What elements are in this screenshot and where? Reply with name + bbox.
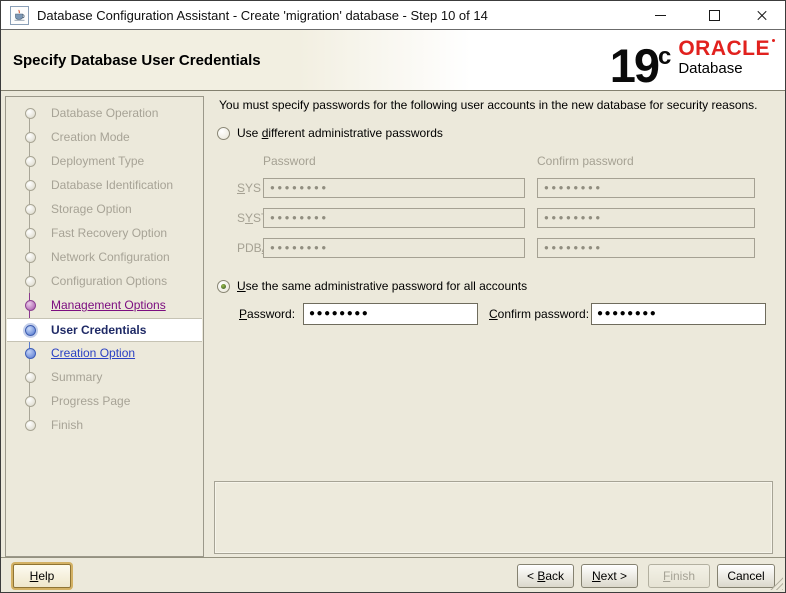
password-column-header: Password (263, 154, 316, 168)
maximize-button[interactable] (697, 1, 731, 30)
step-circle-icon (25, 372, 36, 383)
system-password-input: ●●●●●●●● (263, 208, 525, 228)
sidebar-step-user-credentials[interactable]: User Credentials (7, 318, 202, 342)
confirm-password-column-header: Confirm password (537, 154, 634, 168)
step-circle-icon (25, 228, 36, 239)
sidebar-step-management-options[interactable]: Management Options (7, 293, 202, 317)
oracle-wordmark: ORACLE (678, 38, 775, 60)
sidebar-step-creation-option[interactable]: Creation Option (7, 341, 202, 365)
sidebar-step-configuration-options: Configuration Options (7, 269, 202, 293)
step-circle-icon (25, 108, 36, 119)
wizard-body: Database Operation Creation Mode Deploym… (1, 91, 785, 559)
step-circle-icon (25, 396, 36, 407)
password-input[interactable]: ●●●●●●●● (303, 303, 478, 325)
minimize-button[interactable] (643, 1, 677, 30)
title-bar: Database Configuration Assistant - Creat… (1, 1, 785, 30)
back-button[interactable]: < Back (517, 564, 574, 588)
password-label: Password: (239, 303, 295, 325)
window-title: Database Configuration Assistant - Creat… (37, 8, 488, 23)
confirm-password-input[interactable]: ●●●●●●●● (591, 303, 766, 325)
step-circle-icon (25, 348, 36, 359)
sidebar-step-creation-mode: Creation Mode (7, 125, 202, 149)
close-button[interactable] (745, 1, 779, 30)
radio-different-label: Use different administrative passwords (237, 126, 443, 140)
sys-password-input: ●●●●●●●● (263, 178, 525, 198)
step-circle-icon (25, 276, 36, 287)
radio-same-label: Use the same administrative password for… (237, 279, 527, 293)
step-circle-icon (25, 325, 36, 336)
footer-bar: Help < Back Next > Finish Cancel (1, 557, 785, 592)
sidebar-step-database-identification: Database Identification (7, 173, 202, 197)
sidebar-step-database-operation: Database Operation (7, 101, 202, 125)
java-app-icon (10, 6, 29, 25)
step-circle-icon (25, 204, 36, 215)
sidebar-step-network-configuration: Network Configuration (7, 245, 202, 269)
help-button[interactable]: Help (13, 564, 71, 588)
logo-version: 19c (610, 33, 672, 90)
credentials-panel: You must specify passwords for the follo… (207, 91, 785, 559)
sidebar-step-storage-option: Storage Option (7, 197, 202, 221)
radio-selected-icon (217, 280, 230, 293)
sidebar-step-summary: Summary (7, 365, 202, 389)
instruction-text: You must specify passwords for the follo… (219, 98, 758, 112)
pdbadmin-password-input: ●●●●●●●● (263, 238, 525, 258)
step-circle-icon (25, 300, 36, 311)
registered-mark-icon (772, 39, 775, 42)
step-circle-icon (25, 180, 36, 191)
page-header: Specify Database User Credentials 19c OR… (1, 30, 785, 91)
oracle-product-label: Database (678, 60, 775, 77)
sidebar-step-deployment-type: Deployment Type (7, 149, 202, 173)
step-circle-icon (25, 156, 36, 167)
oracle-19c-logo: 19c ORACLE Database (610, 31, 775, 90)
sidebar-step-finish: Finish (7, 413, 202, 437)
sidebar-step-progress-page: Progress Page (7, 389, 202, 413)
steps-sidebar: Database Operation Creation Mode Deploym… (5, 96, 204, 557)
confirm-password-label: Confirm password: (489, 303, 589, 325)
message-box (214, 481, 773, 554)
cancel-button[interactable]: Cancel (717, 564, 775, 588)
step-circle-icon (25, 420, 36, 431)
step-circle-icon (25, 252, 36, 263)
radio-same-password[interactable]: Use the same administrative password for… (217, 277, 527, 295)
pdbadmin-confirm-password-input: ●●●●●●●● (537, 238, 755, 258)
sys-user-label: SYS (237, 178, 261, 198)
sidebar-step-fast-recovery-option: Fast Recovery Option (7, 221, 202, 245)
system-confirm-password-input: ●●●●●●●● (537, 208, 755, 228)
step-circle-icon (25, 132, 36, 143)
finish-button: Finish (648, 564, 710, 588)
page-title: Specify Database User Credentials (13, 52, 261, 69)
maximize-icon (709, 10, 720, 21)
radio-different-passwords[interactable]: Use different administrative passwords (217, 124, 443, 142)
radio-unselected-icon (217, 127, 230, 140)
next-button[interactable]: Next > (581, 564, 638, 588)
close-icon (756, 10, 768, 22)
minimize-icon (655, 15, 666, 16)
sys-confirm-password-input: ●●●●●●●● (537, 178, 755, 198)
dbca-window: Database Configuration Assistant - Creat… (0, 0, 786, 593)
